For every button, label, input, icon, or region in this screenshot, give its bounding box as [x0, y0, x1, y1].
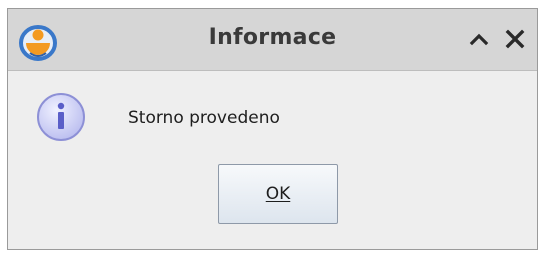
title-bar[interactable]: Informace	[8, 9, 537, 71]
info-icon	[34, 90, 88, 144]
ok-button[interactable]: OK	[218, 164, 338, 224]
information-dialog: Informace Storno provedeno OK	[7, 8, 538, 250]
ok-button-label: OK	[265, 184, 291, 204]
message-text: Storno provedeno	[128, 108, 280, 128]
chevron-up-icon[interactable]	[466, 26, 492, 52]
window-title: Informace	[208, 25, 337, 50]
close-icon[interactable]	[502, 26, 528, 52]
